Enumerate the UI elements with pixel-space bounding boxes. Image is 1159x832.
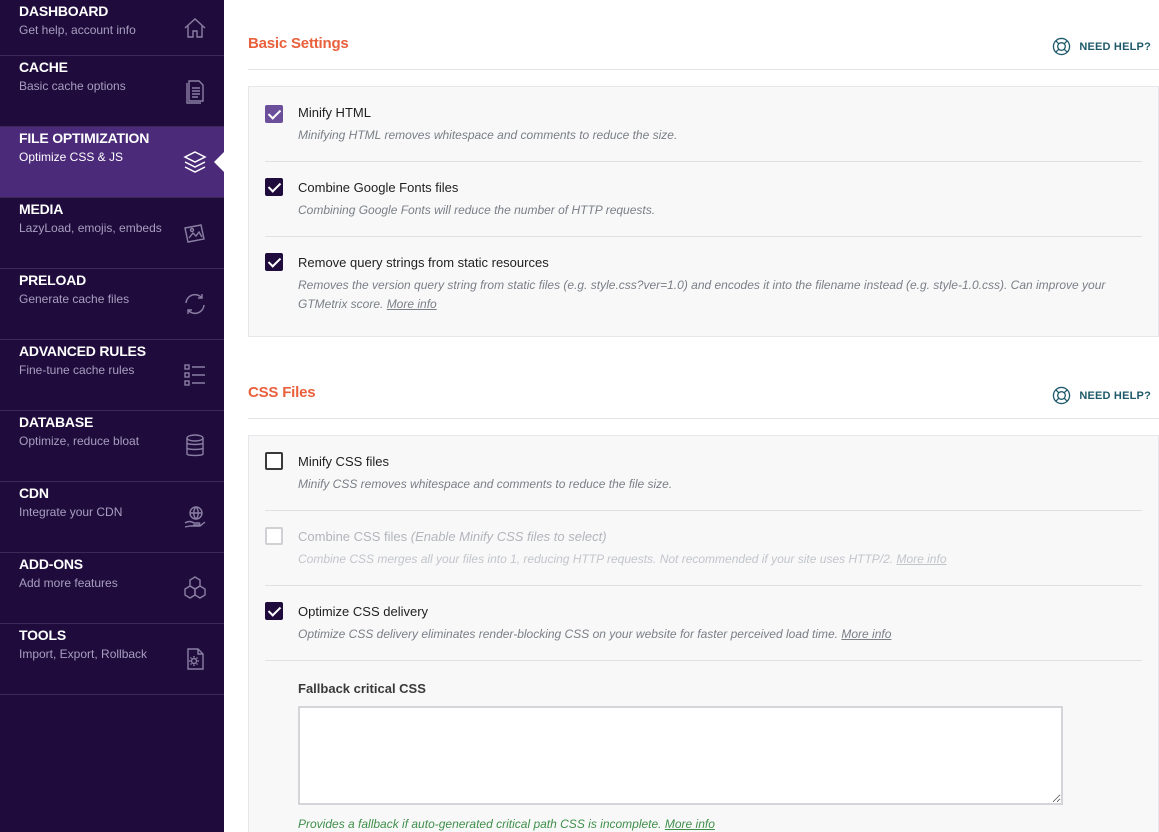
- field-label: Combine Google Fonts files: [298, 180, 459, 195]
- sidebar-item-tools[interactable]: TOOLS Import, Export, Rollback: [0, 624, 224, 695]
- field-description: Minify CSS removes whitespace and commen…: [298, 477, 673, 491]
- fallback-hint-text: Provides a fallback if auto-generated cr…: [298, 817, 662, 831]
- field-label: Minify CSS files: [298, 454, 390, 469]
- sidebar-item-title: TOOLS: [19, 627, 66, 643]
- field-description: Removes the version query string from st…: [298, 276, 1142, 330]
- sidebar-item-cdn[interactable]: CDN Integrate your CDN: [0, 482, 224, 553]
- lifebuoy-icon: [1052, 37, 1071, 56]
- field-description: Minifying HTML removes whitespace and co…: [298, 128, 678, 142]
- sidebar-item-title: CDN: [19, 485, 49, 501]
- database-icon: [182, 433, 208, 459]
- remove-query-strings-checkbox[interactable]: [265, 253, 283, 271]
- field-label: Remove query strings from static resourc…: [298, 255, 549, 270]
- sidebar-item-add-ons[interactable]: ADD-ONS Add more features: [0, 553, 224, 624]
- sidebar-item-title: DATABASE: [19, 414, 94, 430]
- field-label: Minify HTML: [298, 105, 371, 120]
- list-icon: [182, 362, 208, 388]
- layers-icon: [182, 149, 208, 175]
- images-icon: [182, 220, 208, 246]
- sidebar-item-media[interactable]: MEDIA LazyLoad, emojis, embeds: [0, 198, 224, 269]
- css-files-header: CSS Files NEED HELP?: [248, 381, 1159, 419]
- field-label-hint: (Enable Minify CSS files to select): [410, 529, 607, 544]
- fallback-critical-css-textarea[interactable]: [298, 706, 1063, 805]
- minify-css-checkbox[interactable]: [265, 452, 283, 470]
- description-text: Optimize CSS delivery eliminates render-…: [298, 627, 839, 641]
- sidebar-item-preload[interactable]: PRELOAD Generate cache files: [0, 269, 224, 340]
- need-help-link[interactable]: NEED HELP?: [1052, 386, 1151, 405]
- minify-html-checkbox[interactable]: [265, 105, 283, 123]
- sidebar-item-cache[interactable]: CACHE Basic cache options: [0, 56, 224, 127]
- more-info-link[interactable]: More info: [665, 817, 715, 831]
- sidebar-item-title: PRELOAD: [19, 272, 87, 288]
- optimize-css-delivery-field: Optimize CSS delivery Optimize CSS deliv…: [265, 586, 1142, 661]
- lifebuoy-icon: [1052, 386, 1071, 405]
- cubes-icon: [182, 575, 208, 601]
- description-text: Combine CSS merges all your files into 1…: [298, 552, 894, 566]
- more-info-link[interactable]: More info: [896, 552, 946, 566]
- fallback-critical-css-field: Fallback critical CSS Provides a fallbac…: [265, 661, 1142, 831]
- combine-css-checkbox[interactable]: [265, 527, 283, 545]
- combine-css-field: Combine CSS files (Enable Minify CSS fil…: [265, 511, 1142, 586]
- need-help-label: NEED HELP?: [1079, 40, 1151, 53]
- field-label: Optimize CSS delivery: [298, 604, 429, 619]
- file-gear-icon: [182, 646, 208, 672]
- need-help-label: NEED HELP?: [1079, 389, 1151, 402]
- basic-settings-panel: Minify HTML Minifying HTML removes white…: [248, 86, 1159, 337]
- home-icon: [182, 15, 208, 41]
- sidebar-item-title: CACHE: [19, 59, 68, 75]
- sidebar-item-advanced-rules[interactable]: ADVANCED RULES Fine-tune cache rules: [0, 340, 224, 411]
- combine-google-fonts-checkbox[interactable]: [265, 178, 283, 196]
- section-title: Basic Settings: [248, 35, 349, 52]
- field-description: Optimize CSS delivery eliminates render-…: [298, 625, 1142, 660]
- combine-google-fonts-field: Combine Google Fonts files Combining Goo…: [265, 162, 1142, 237]
- more-info-link[interactable]: More info: [841, 627, 891, 641]
- need-help-link[interactable]: NEED HELP?: [1052, 37, 1151, 56]
- optimize-css-delivery-checkbox[interactable]: [265, 602, 283, 620]
- sidebar-item-title: ADVANCED RULES: [19, 343, 146, 359]
- sidebar-item-title: MEDIA: [19, 201, 64, 217]
- field-description: Combine CSS merges all your files into 1…: [298, 550, 1142, 585]
- section-title: CSS Files: [248, 384, 316, 401]
- minify-css-field: Minify CSS files Minify CSS removes whit…: [265, 436, 1142, 511]
- sidebar-item-title: FILE OPTIMIZATION: [19, 130, 150, 146]
- more-info-link[interactable]: More info: [387, 297, 437, 311]
- field-label-text: Combine CSS files: [298, 529, 408, 544]
- fallback-critical-css-label: Fallback critical CSS: [298, 681, 426, 696]
- document-icon: [182, 78, 208, 104]
- basic-settings-header: Basic Settings NEED HELP?: [248, 32, 1159, 70]
- globe-hand-icon: [182, 504, 208, 530]
- minify-html-field: Minify HTML Minifying HTML removes white…: [265, 87, 1142, 162]
- field-label: Combine CSS files (Enable Minify CSS fil…: [298, 528, 1142, 546]
- sidebar-item-file-optimization[interactable]: FILE OPTIMIZATION Optimize CSS & JS: [0, 127, 224, 198]
- refresh-icon: [182, 291, 208, 317]
- field-description: Combining Google Fonts will reduce the n…: [298, 203, 656, 217]
- sidebar-item-database[interactable]: DATABASE Optimize, reduce bloat: [0, 411, 224, 482]
- remove-query-strings-field: Remove query strings from static resourc…: [265, 237, 1142, 330]
- sidebar-item-dashboard[interactable]: DASHBOARD Get help, account info: [0, 0, 224, 56]
- css-files-panel: Minify CSS files Minify CSS removes whit…: [248, 435, 1159, 832]
- fallback-hint: Provides a fallback if auto-generated cr…: [298, 817, 1142, 831]
- sidebar: DASHBOARD Get help, account info CACHE B…: [0, 0, 224, 832]
- sidebar-item-title: ADD-ONS: [19, 556, 83, 572]
